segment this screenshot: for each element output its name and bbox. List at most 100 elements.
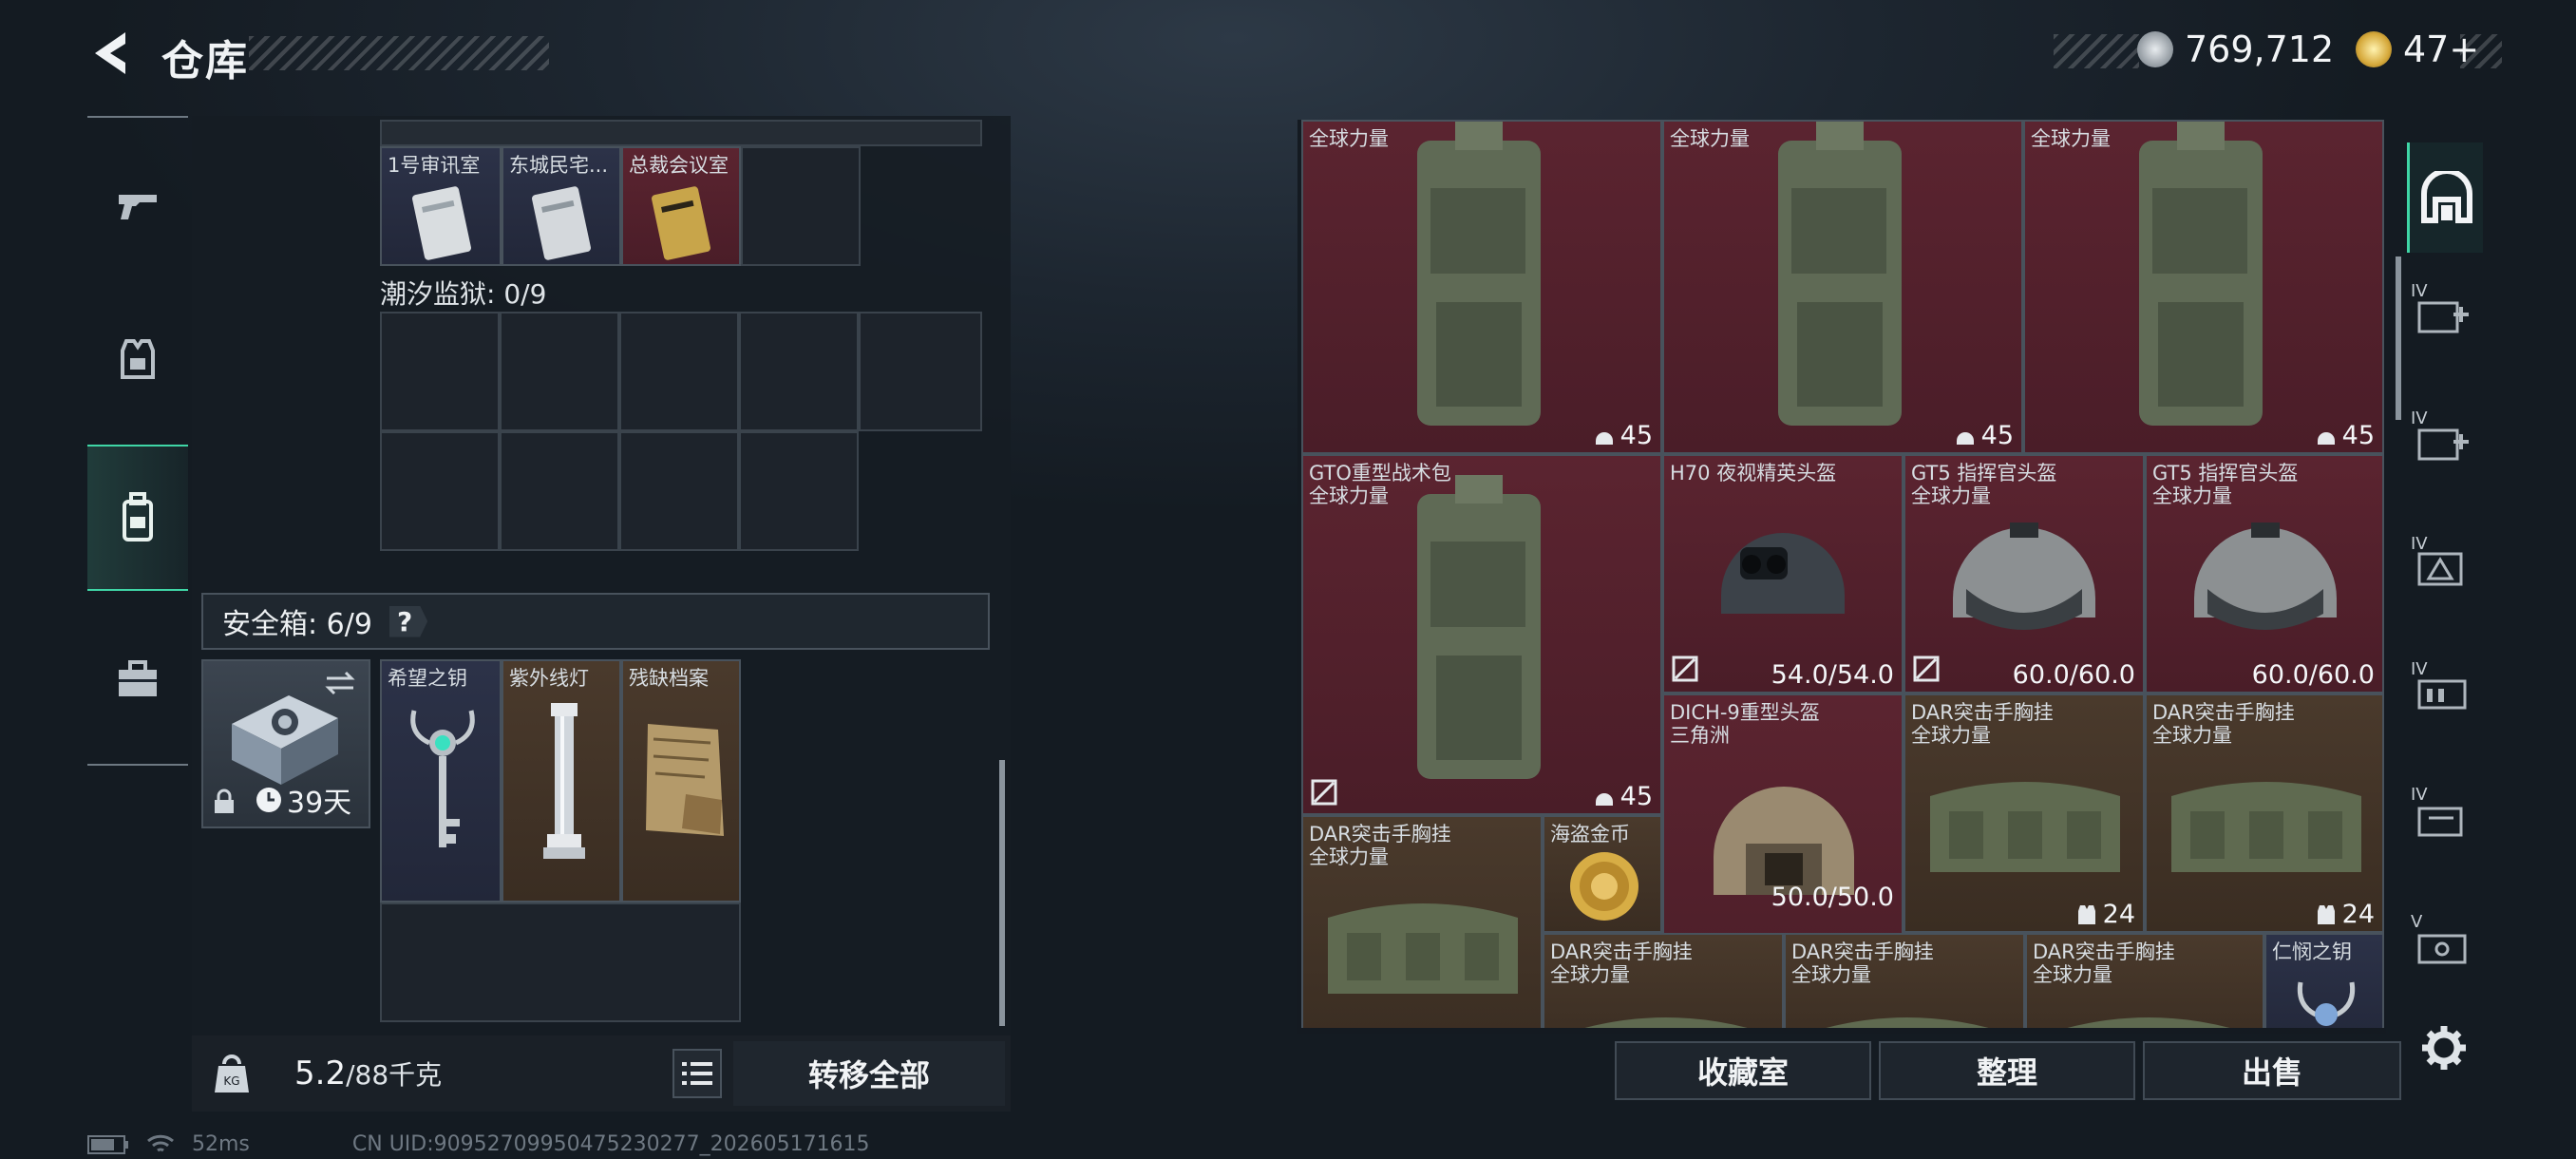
key-card-item[interactable]: 1号审讯室 (380, 146, 502, 266)
stash-item-backpack[interactable]: GTO重型战术包 全球力量 45 (1301, 454, 1662, 815)
stash-item-helmet[interactable]: GT5 指挥官头盔 全球力量 60.0/60.0 (1904, 454, 2145, 694)
organize-button[interactable]: 整理 (1879, 1041, 2135, 1100)
empty-slot[interactable] (859, 312, 982, 431)
empty-slot[interactable] (741, 146, 861, 266)
stash-item-chest-rig[interactable]: DAR突击手胸挂 全球力量 (2025, 933, 2264, 1028)
stash-tab-iv-2[interactable]: IV (2411, 408, 2477, 475)
safebox-label: 安全箱: 6/9 (222, 608, 372, 641)
stash-tab-iv-5[interactable]: IV (2411, 785, 2477, 851)
key-card-item[interactable]: 总裁会议室 (621, 146, 741, 266)
stash-home-tab[interactable] (2407, 142, 2483, 253)
svg-text:KG: KG (223, 1074, 239, 1088)
stash-item-chest-rig[interactable]: DAR突击手胸挂 全球力量 (1784, 933, 2025, 1028)
stash-grid: 全球力量 45 全球力量 45 全球力量 45 GTO重型战术包 全球力量 45… (1301, 120, 2386, 1028)
weight-value: 5.2 (294, 1054, 347, 1092)
count-text: 54.0/54.0 (1771, 660, 1894, 690)
currency-end-decoration (2460, 34, 2502, 68)
key-card-item[interactable]: 东城民宅... (502, 146, 621, 266)
empty-slot[interactable] (619, 312, 739, 431)
backpack-item-icon (2139, 122, 2263, 426)
stash-tab-iv-4[interactable]: IV (2411, 659, 2477, 726)
chest-rig-icon (1584, 1017, 1748, 1028)
item-sublabel: 三角洲 (1670, 724, 1730, 747)
item-label: 1号审讯室 (388, 154, 481, 177)
key-icon (410, 710, 475, 847)
key-icon (2297, 981, 2356, 1026)
stash-tab-iv-3[interactable]: IV (2411, 534, 2477, 600)
nav-weapons[interactable] (87, 154, 188, 258)
tactical-helmet-icon (1953, 522, 2095, 630)
stash-item-backpack[interactable]: 全球力量 45 (1662, 120, 2023, 454)
stash-item-key[interactable]: 仁悯之钥 (2264, 933, 2384, 1028)
count-text: 60.0/60.0 (2012, 660, 2135, 690)
durability-icon (1311, 779, 1337, 806)
item-count: 24 (2076, 900, 2135, 929)
uv-lamp-icon (543, 703, 585, 859)
safebox-container[interactable]: 39天 (201, 659, 370, 828)
stash-item-helmet[interactable]: GT5 指挥官头盔 全球力量 60.0/60.0 (2145, 454, 2384, 694)
safebox-item[interactable]: 残缺档案 (621, 659, 741, 902)
item-sublabel: 全球力量 (1670, 127, 1750, 150)
empty-slot[interactable] (739, 312, 859, 431)
item-sublabel: 全球力量 (1791, 963, 1871, 986)
empty-slot[interactable] (500, 312, 619, 431)
stash-item-chest-rig[interactable]: DAR突击手胸挂 全球力量 (1543, 933, 1784, 1028)
stash-item-chest-rig[interactable]: DAR突击手胸挂 全球力量 24 (2145, 694, 2384, 933)
transfer-all-button[interactable]: 转移全部 (733, 1041, 1005, 1106)
item-count: 60.0/60.0 (2013, 660, 2135, 690)
stash-tab-iv-1[interactable]: IV (2411, 281, 2477, 348)
weight-icon: KG (215, 1054, 249, 1092)
tab-tier: IV (2411, 659, 2428, 679)
access-card-icon (532, 186, 591, 260)
stash-item-coin[interactable]: 海盗金币 (1543, 815, 1662, 933)
durability-icon (1913, 656, 1940, 682)
toolbox-icon (119, 660, 157, 696)
category-nav (87, 116, 188, 766)
stash-item-backpack[interactable]: 全球力量 45 (2023, 120, 2384, 454)
safebox-item[interactable]: 希望之钥 (380, 659, 502, 902)
document-icon (646, 724, 724, 836)
back-button[interactable] (87, 28, 137, 78)
help-button[interactable]: ? (388, 605, 428, 637)
stash-scrollbar[interactable] (2396, 256, 2401, 420)
empty-slot[interactable] (619, 431, 739, 551)
empty-slot[interactable] (739, 431, 859, 551)
stash-item-helmet[interactable]: H70 夜视精英头盔 54.0/54.0 (1662, 454, 1904, 694)
uid-text: CN UID:909527099504752302​77_20260517161… (351, 1132, 870, 1156)
stash-item-chest-rig[interactable]: DAR突击手胸挂 全球力量 (1301, 815, 1543, 1028)
settings-button[interactable] (2411, 1015, 2477, 1081)
nav-equipment[interactable] (87, 308, 188, 412)
collection-room-button[interactable]: 收藏室 (1615, 1041, 1871, 1100)
stash-tab-v-1[interactable]: V (2411, 912, 2477, 978)
backpack-icon (123, 492, 153, 542)
item-count: 24 (2316, 900, 2375, 929)
empty-slot[interactable] (380, 312, 500, 431)
empty-slot[interactable] (380, 902, 741, 1022)
stash-item-backpack[interactable]: 全球力量 45 (1301, 120, 1662, 454)
item-sublabel: 全球力量 (2152, 724, 2232, 747)
item-label: 海盗金币 (1550, 823, 1630, 846)
sell-button[interactable]: 出售 (2143, 1041, 2401, 1100)
safebox-item[interactable]: 紫外线灯 (502, 659, 621, 902)
safebox-icon (232, 695, 338, 785)
silver-currency[interactable]: 769,712 (2137, 28, 2334, 70)
item-count: 60.0/60.0 (2252, 660, 2375, 690)
item-count: 54.0/54.0 (1771, 660, 1894, 690)
lock-icon (215, 788, 234, 813)
list-view-button[interactable] (672, 1049, 722, 1098)
tab-tier: V (2411, 912, 2423, 932)
item-label: 希望之钥 (388, 667, 467, 690)
nav-supplies[interactable] (87, 627, 188, 732)
inventory-scrollbar[interactable] (999, 760, 1005, 1026)
title-decoration (249, 36, 549, 70)
item-sublabel: 全球力量 (2033, 963, 2112, 986)
swap-icon (325, 671, 355, 695)
item-label: 仁悯之钥 (2272, 940, 2352, 963)
item-label: 残缺档案 (629, 667, 709, 690)
vest-count-icon (2317, 904, 2335, 924)
empty-slot[interactable] (380, 431, 500, 551)
timer-text: 39天 (287, 787, 352, 820)
stash-item-chest-rig[interactable]: DAR突击手胸挂 全球力量 24 (1904, 694, 2145, 933)
empty-slot[interactable] (500, 431, 619, 551)
nav-backpack[interactable] (87, 445, 188, 591)
